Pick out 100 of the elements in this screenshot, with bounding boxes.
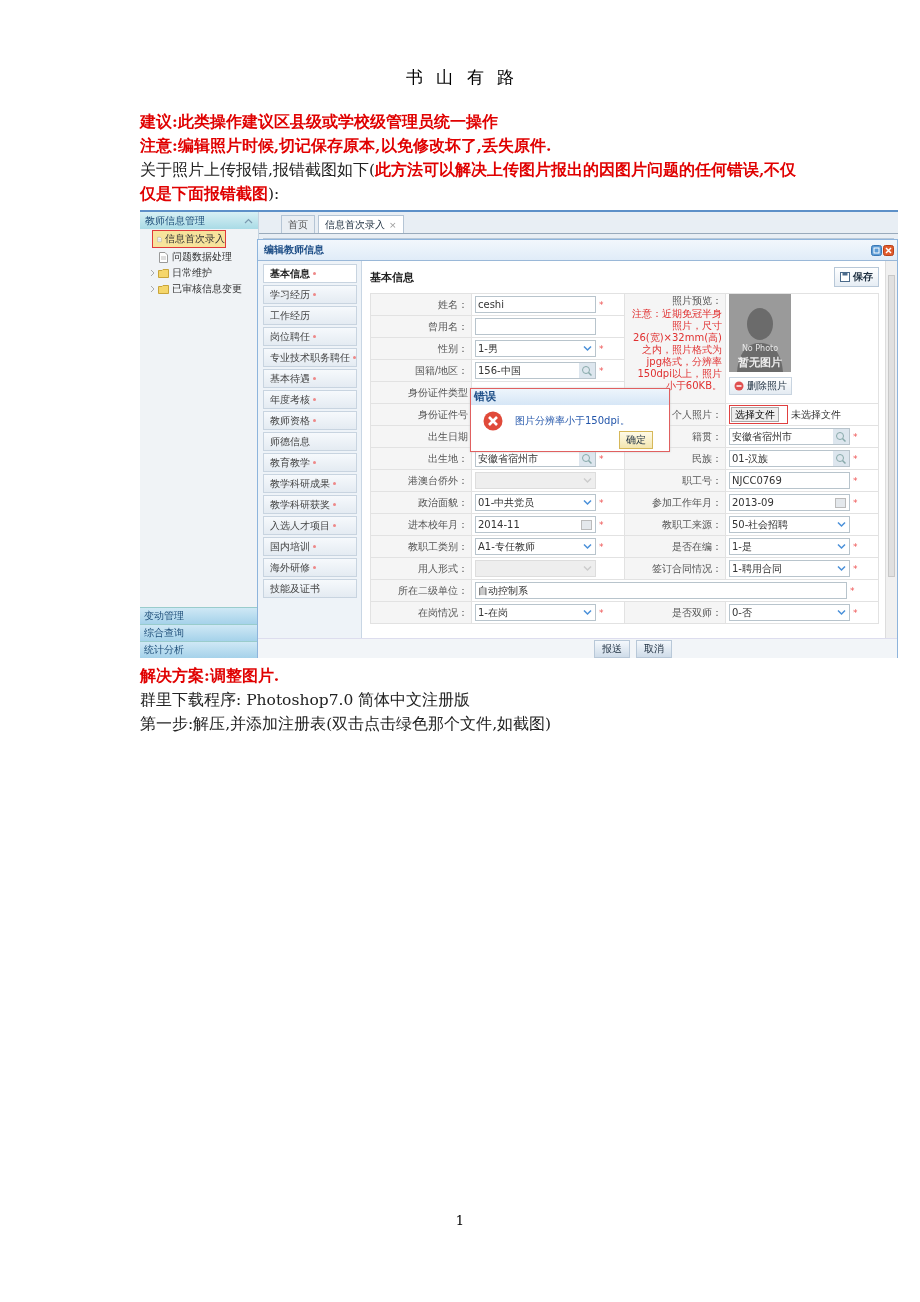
- dialog-button[interactable]: 取消: [635, 640, 672, 658]
- search-icon: [833, 429, 849, 444]
- field-label: 是否在编：: [672, 540, 722, 552]
- field-label: 是否双师：: [672, 606, 722, 618]
- dropdown-caret-icon: [583, 499, 592, 506]
- paragraph: 群里下载程序: Photoshop7.0 简体中文注册版: [140, 690, 472, 711]
- section-tab[interactable]: 海外研修: [263, 558, 357, 577]
- error-icon: [483, 411, 503, 431]
- section-tab[interactable]: 教学科研获奖: [263, 495, 357, 514]
- field-label: 国籍/地区：: [414, 364, 468, 376]
- section-tab[interactable]: 基本待遇: [263, 369, 357, 388]
- paragraph: 第一步:解压,并添加注册表(双击点击绿色那个文件,如截图): [140, 714, 553, 735]
- section-tab[interactable]: 技能及证书: [263, 579, 357, 598]
- select-field[interactable]: 01-中共党员: [475, 494, 596, 511]
- field-label: 职工号：: [682, 474, 722, 486]
- field-label: 在岗情况：: [418, 606, 468, 618]
- ok-button[interactable]: 确定: [619, 431, 653, 449]
- field-label: 教职工来源：: [662, 518, 722, 530]
- delete-photo-button[interactable]: 删除照片: [729, 377, 792, 395]
- select-field[interactable]: 50-社会招聘: [729, 516, 850, 533]
- select-field[interactable]: 1-是: [729, 538, 850, 555]
- tree-item[interactable]: 已审核信息变更: [140, 281, 258, 297]
- field-label: 照片预览：: [671, 294, 722, 308]
- field-label: 个人照片：: [672, 408, 722, 420]
- input-field[interactable]: 自动控制系: [475, 582, 847, 599]
- tab[interactable]: 首页: [281, 215, 315, 233]
- panel-title: 教师信息管理: [145, 213, 205, 228]
- input-field[interactable]: NJCC0769: [729, 472, 850, 489]
- error-message: 图片分辨率小于150dpi。: [515, 414, 630, 428]
- select-field[interactable]: 1-聘用合同: [729, 560, 850, 577]
- tab[interactable]: 信息首次录入 ×: [318, 215, 404, 233]
- select-field[interactable]: 1-在岗: [475, 604, 596, 621]
- section-tab[interactable]: 学习经历: [263, 285, 357, 304]
- required-mark: *: [599, 365, 604, 376]
- dropdown-caret-icon: [837, 609, 846, 616]
- calendar-icon: [835, 497, 846, 508]
- section-tab[interactable]: 国内培训: [263, 537, 357, 556]
- required-mark: *: [853, 475, 858, 486]
- dropdown-caret-icon: [837, 543, 846, 550]
- select-field[interactable]: 0-否: [729, 604, 850, 621]
- section-tab[interactable]: 师德信息: [263, 432, 357, 451]
- section-tab[interactable]: 专业技术职务聘任: [263, 348, 357, 367]
- input-field[interactable]: 2013-09: [729, 494, 850, 511]
- folder-icon: [158, 284, 169, 294]
- section-tab[interactable]: 年度考核: [263, 390, 357, 409]
- paragraph: 建议:此类操作建议区县级或学校级管理员统一操作: [140, 111, 499, 133]
- field-label: 身份证件号: [418, 408, 468, 420]
- section-tab[interactable]: 工作经历: [263, 306, 357, 325]
- field-label: 出生地：: [428, 452, 468, 464]
- scrollbar[interactable]: [885, 261, 897, 638]
- save-button[interactable]: 保存: [834, 267, 879, 287]
- required-mark: *: [853, 497, 858, 508]
- input-field[interactable]: 156-中国: [475, 362, 596, 379]
- paragraph: 解决方案:调整图片.: [140, 665, 281, 687]
- choose-file-button[interactable]: 选择文件: [731, 407, 779, 422]
- section-tab[interactable]: 入选人才项目: [263, 516, 357, 535]
- page-number: 1: [455, 1213, 465, 1228]
- field-label: 签订合同情况：: [652, 562, 722, 574]
- input-field[interactable]: 2014-11: [475, 516, 596, 533]
- document-icon: [158, 251, 169, 263]
- section-tab[interactable]: 教师资格: [263, 411, 357, 430]
- field-label: 民族：: [692, 452, 722, 464]
- required-mark: *: [599, 453, 604, 464]
- page-header: 书 山 有 路: [405, 66, 515, 89]
- field-label: 所在二级单位：: [398, 584, 468, 596]
- tree-item[interactable]: 信息首次录入: [152, 230, 226, 248]
- dropdown-caret-icon: [837, 565, 846, 572]
- dropdown-caret-icon: [583, 565, 592, 572]
- field-label: 出生日期: [428, 430, 468, 442]
- accordion-header[interactable]: 统计分析: [140, 641, 258, 658]
- required-mark: *: [850, 585, 855, 596]
- accordion-header[interactable]: 综合查询: [140, 624, 258, 641]
- input-field[interactable]: [475, 318, 596, 335]
- tree-item[interactable]: 日常维护: [140, 265, 258, 281]
- input-field[interactable]: 01-汉族: [729, 450, 850, 467]
- dialog-title: 编辑教师信息: [264, 243, 324, 257]
- field-label: 港澳台侨外：: [408, 474, 468, 486]
- section-heading: 基本信息: [370, 269, 414, 285]
- input-field[interactable]: ceshi: [475, 296, 596, 313]
- field-label: 用人形式：: [418, 562, 468, 574]
- required-mark: *: [853, 541, 858, 552]
- dropdown-caret-icon: [583, 477, 592, 484]
- field-label: 进本校年月：: [408, 518, 468, 530]
- select-field[interactable]: A1-专任教师: [475, 538, 596, 555]
- dialog-button[interactable]: 报送: [593, 640, 630, 658]
- dropdown-caret-icon: [583, 345, 592, 352]
- select-field[interactable]: 1-男: [475, 340, 596, 357]
- required-mark: *: [853, 563, 858, 574]
- accordion-header[interactable]: 变动管理: [140, 607, 258, 624]
- tree-item[interactable]: 问题数据处理: [140, 249, 258, 265]
- section-tab[interactable]: 教学科研成果: [263, 474, 357, 493]
- dropdown-caret-icon: [583, 609, 592, 616]
- section-tab[interactable]: 教育教学: [263, 453, 357, 472]
- input-field[interactable]: 安徽省宿州市: [729, 428, 850, 445]
- required-mark: *: [599, 541, 604, 552]
- section-tab[interactable]: 基本信息: [263, 264, 357, 283]
- field-label: 政治面貌：: [418, 496, 468, 508]
- field-label: 参加工作年月：: [652, 496, 722, 508]
- section-tab[interactable]: 岗位聘任: [263, 327, 357, 346]
- required-mark: *: [853, 607, 858, 618]
